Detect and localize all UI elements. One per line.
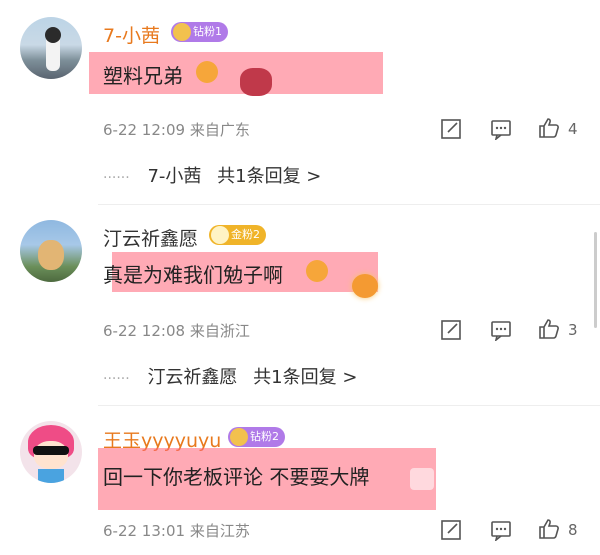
badge-icon <box>230 428 248 446</box>
username[interactable]: 7-小茜 <box>103 21 160 48</box>
like-count: 8 <box>568 521 578 539</box>
comment-meta: 6-22 13:01 来自江苏 <box>103 520 250 541</box>
comment-time: 6-22 12:09 <box>103 121 186 139</box>
avatar[interactable] <box>20 421 82 483</box>
sticker-icon <box>352 274 378 298</box>
badge-label: 金粉2 <box>231 228 260 241</box>
badge-icon <box>211 226 229 244</box>
comment-text: 真是为难我们勉子啊 <box>103 263 283 287</box>
fan-badge[interactable]: 钻粉2 <box>228 427 285 447</box>
avatar-hair <box>45 27 61 43</box>
comment-icon[interactable] <box>490 118 512 140</box>
comment-location: 来自广东 <box>189 121 250 139</box>
reply-link[interactable]: ······ 7-小茜 共1条回复 > <box>103 162 321 188</box>
emoji-icon <box>306 260 328 282</box>
comment-text: 回一下你老板评论 不要耍大牌 <box>103 465 370 489</box>
fan-badge[interactable]: 金粉2 <box>209 225 266 245</box>
badge-label: 钻粉2 <box>250 430 279 443</box>
like-count: 4 <box>568 120 578 138</box>
avatar[interactable] <box>20 17 82 79</box>
reply-count: 共1条回复 > <box>253 367 358 388</box>
username[interactable]: 汀云祈鑫愿 <box>103 224 198 251</box>
like-icon[interactable] <box>537 317 561 341</box>
scrollbar[interactable] <box>594 232 597 328</box>
avatar-sunglasses <box>33 446 69 455</box>
comment-meta: 6-22 12:09 来自广东 <box>103 119 250 140</box>
comment-time: 6-22 13:01 <box>103 522 186 540</box>
reply-user: 7-小茜 <box>147 166 202 187</box>
comment-location: 来自江苏 <box>189 522 250 540</box>
reply-link[interactable]: ······ 汀云祈鑫愿 共1条回复 > <box>103 363 357 389</box>
fan-badge[interactable]: 钻粉1 <box>171 22 228 42</box>
comment-text: 塑料兄弟 <box>103 64 183 88</box>
comment-icon[interactable] <box>490 519 512 541</box>
sticker-icon <box>410 468 434 490</box>
badge-icon <box>173 23 191 41</box>
comment-meta: 6-22 12:08 来自浙江 <box>103 320 250 341</box>
edit-icon[interactable] <box>440 118 462 140</box>
reply-user: 汀云祈鑫愿 <box>147 367 238 388</box>
avatar-shirt <box>38 469 64 483</box>
sticker-icon <box>240 68 272 96</box>
edit-icon[interactable] <box>440 519 462 541</box>
divider <box>98 204 600 205</box>
comment-time: 6-22 12:08 <box>103 322 186 340</box>
reply-dots: ······ <box>103 170 130 186</box>
reply-count: 共1条回复 > <box>217 166 322 187</box>
avatar[interactable] <box>20 220 82 282</box>
comment-icon[interactable] <box>490 319 512 341</box>
like-icon[interactable] <box>537 517 561 541</box>
emoji-icon <box>196 61 218 83</box>
avatar-dog <box>38 240 64 270</box>
comment-location: 来自浙江 <box>189 322 250 340</box>
divider <box>98 405 600 406</box>
like-count: 3 <box>568 321 578 339</box>
edit-icon[interactable] <box>440 319 462 341</box>
like-icon[interactable] <box>537 116 561 140</box>
reply-dots: ······ <box>103 371 130 387</box>
badge-label: 钻粉1 <box>193 25 222 38</box>
